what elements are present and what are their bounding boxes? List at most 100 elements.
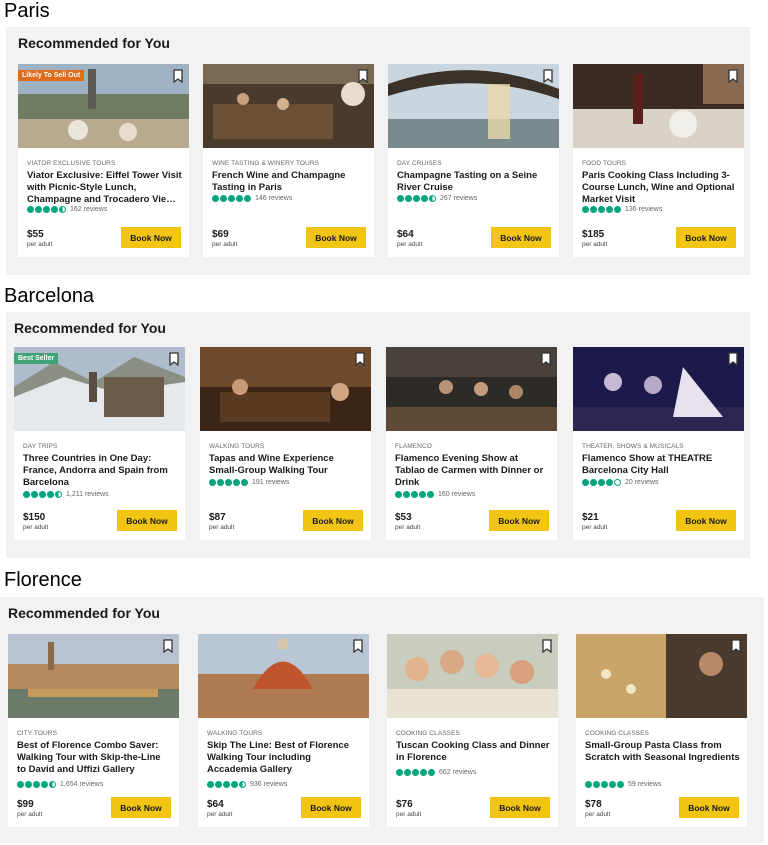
tour-title[interactable]: Flamenco Evening Show at Tablao de Carme… xyxy=(395,453,550,489)
bookmark-icon[interactable] xyxy=(728,69,738,83)
book-now-button[interactable]: Book Now xyxy=(111,797,171,818)
review-count[interactable]: 20 reviews xyxy=(625,479,658,486)
review-count[interactable]: 162 reviews xyxy=(70,206,107,213)
tour-card[interactable]: Cooking Classes Tuscan Cooking Class and… xyxy=(387,634,558,827)
tour-card[interactable]: Walking Tours Skip The Line: Best of Flo… xyxy=(198,634,369,827)
rating-bubble-icon xyxy=(17,781,24,788)
book-now-button[interactable]: Book Now xyxy=(491,227,551,248)
book-now-button[interactable]: Book Now xyxy=(490,797,550,818)
tour-card[interactable]: Best Seller Day Trips Three Countries in… xyxy=(14,347,185,540)
rating-bubble-icon xyxy=(23,491,30,498)
book-now-button[interactable]: Book Now xyxy=(676,227,736,248)
tour-card[interactable]: Food Tours Paris Cooking Class Including… xyxy=(573,64,744,257)
price-unit: per adult xyxy=(23,524,49,531)
rating-bubble-icon xyxy=(27,206,34,213)
tour-category: Day Trips xyxy=(23,443,58,450)
price-unit: per adult xyxy=(209,524,235,531)
tour-card[interactable]: Cooking Classes Small-Group Pasta Class … xyxy=(576,634,747,827)
rating-bubble-icon xyxy=(419,491,426,498)
tour-title[interactable]: Three Countries in One Day: France, Ando… xyxy=(23,453,178,489)
tour-card[interactable]: City Tours Best of Florence Combo Saver:… xyxy=(8,634,179,827)
tour-category: Walking Tours xyxy=(207,730,263,737)
tour-card[interactable]: Flamenco Flamenco Evening Show at Tablao… xyxy=(386,347,557,540)
review-count[interactable]: 146 reviews xyxy=(255,195,292,202)
book-now-button[interactable]: Book Now xyxy=(306,227,366,248)
panel-heading: Recommended for You xyxy=(14,320,166,336)
tour-title[interactable]: Small-Group Pasta Class from Scratch wit… xyxy=(585,740,740,764)
rating-bubble-icon xyxy=(223,781,230,788)
bookmark-icon[interactable] xyxy=(173,69,183,83)
rating-bubble-icon xyxy=(590,206,597,213)
rating-bubble-icon xyxy=(420,769,427,776)
book-now-button[interactable]: Book Now xyxy=(117,510,177,531)
bookmark-icon[interactable] xyxy=(542,639,552,653)
book-now-button[interactable]: Book Now xyxy=(679,797,739,818)
review-count[interactable]: 1,211 reviews xyxy=(66,491,109,498)
tour-card[interactable]: Wine Tasting & Winery Tours French Wine … xyxy=(203,64,374,257)
rating-bubble-icon xyxy=(427,491,434,498)
rating-bubble-icon xyxy=(220,195,227,202)
review-count[interactable]: 267 reviews xyxy=(440,195,477,202)
tour-title[interactable]: Flamenco Show at THEATRE Barcelona City … xyxy=(582,453,737,477)
book-now-button[interactable]: Book Now xyxy=(121,227,181,248)
tour-title[interactable]: Best of Florence Combo Saver: Walking To… xyxy=(17,740,172,776)
tour-category: Flamenco xyxy=(395,443,432,450)
rating-bubble-icon xyxy=(609,781,616,788)
tour-title[interactable]: Skip The Line: Best of Florence Walking … xyxy=(207,740,362,776)
review-count[interactable]: 160 reviews xyxy=(438,491,475,498)
review-count[interactable]: 191 reviews xyxy=(252,479,289,486)
rating-bubble-icon xyxy=(405,195,412,202)
price: $99 xyxy=(17,799,34,810)
bookmark-icon[interactable] xyxy=(731,639,741,653)
city-title-florence: Florence xyxy=(4,569,82,591)
bookmark-icon[interactable] xyxy=(541,352,551,366)
tour-card[interactable]: Theater, Shows & Musicals Flamenco Show … xyxy=(573,347,744,540)
book-now-button[interactable]: Book Now xyxy=(303,510,363,531)
rating-bubble-icon xyxy=(59,206,66,213)
review-count[interactable]: 936 reviews xyxy=(250,781,287,788)
review-count[interactable]: 59 reviews xyxy=(628,781,661,788)
review-count[interactable]: 136 reviews xyxy=(625,206,662,213)
best-seller-badge: Best Seller xyxy=(14,353,59,364)
tour-title[interactable]: Tapas and Wine Experience Small-Group Wa… xyxy=(209,453,364,477)
bookmark-icon[interactable] xyxy=(169,352,179,366)
city-title-paris: Paris xyxy=(4,0,50,22)
rating-bubble-icon xyxy=(395,491,402,498)
bookmark-icon[interactable] xyxy=(543,69,553,83)
rating-bubble-icon xyxy=(404,769,411,776)
bookmark-icon[interactable] xyxy=(163,639,173,653)
book-now-button[interactable]: Book Now xyxy=(489,510,549,531)
bookmark-icon[interactable] xyxy=(355,352,365,366)
rating: 1,654 reviews xyxy=(17,780,103,789)
tour-image xyxy=(388,64,559,148)
price: $150 xyxy=(23,512,46,523)
tour-title[interactable]: French Wine and Champagne Tasting in Par… xyxy=(212,170,367,194)
tour-card[interactable]: Walking Tours Tapas and Wine Experience … xyxy=(200,347,371,540)
tour-category: City Tours xyxy=(17,730,58,737)
rating-bubble-icon xyxy=(207,781,214,788)
price-unit: per adult xyxy=(207,811,233,818)
price: $76 xyxy=(396,799,413,810)
tour-title[interactable]: Viator Exclusive: Eiffel Tower Visit wit… xyxy=(27,170,182,206)
tour-card[interactable]: Likely To Sell Out Viator Exclusive Tour… xyxy=(18,64,189,257)
tour-image xyxy=(8,634,179,718)
rating-bubble-icon xyxy=(212,195,219,202)
book-now-button[interactable]: Book Now xyxy=(676,510,736,531)
bookmark-icon[interactable] xyxy=(358,69,368,83)
bookmark-icon[interactable] xyxy=(353,639,363,653)
review-count[interactable]: 662 reviews xyxy=(439,769,476,776)
rating: 136 reviews xyxy=(582,205,662,214)
rating-bubble-icon xyxy=(590,479,597,486)
tour-title[interactable]: Tuscan Cooking Class and Dinner in Flore… xyxy=(396,740,551,764)
rating: 191 reviews xyxy=(209,478,289,487)
tour-card[interactable]: Day Cruises Champagne Tasting on a Seine… xyxy=(388,64,559,257)
rating-bubble-icon xyxy=(41,781,48,788)
likely-to-sell-out-badge: Likely To Sell Out xyxy=(18,70,85,81)
tour-title[interactable]: Champagne Tasting on a Seine River Cruis… xyxy=(397,170,552,194)
price-unit: per adult xyxy=(582,524,608,531)
tour-title[interactable]: Paris Cooking Class Including 3-Course L… xyxy=(582,170,737,206)
book-now-button[interactable]: Book Now xyxy=(301,797,361,818)
review-count[interactable]: 1,654 reviews xyxy=(60,781,103,788)
rating-bubble-icon xyxy=(225,479,232,486)
bookmark-icon[interactable] xyxy=(728,352,738,366)
